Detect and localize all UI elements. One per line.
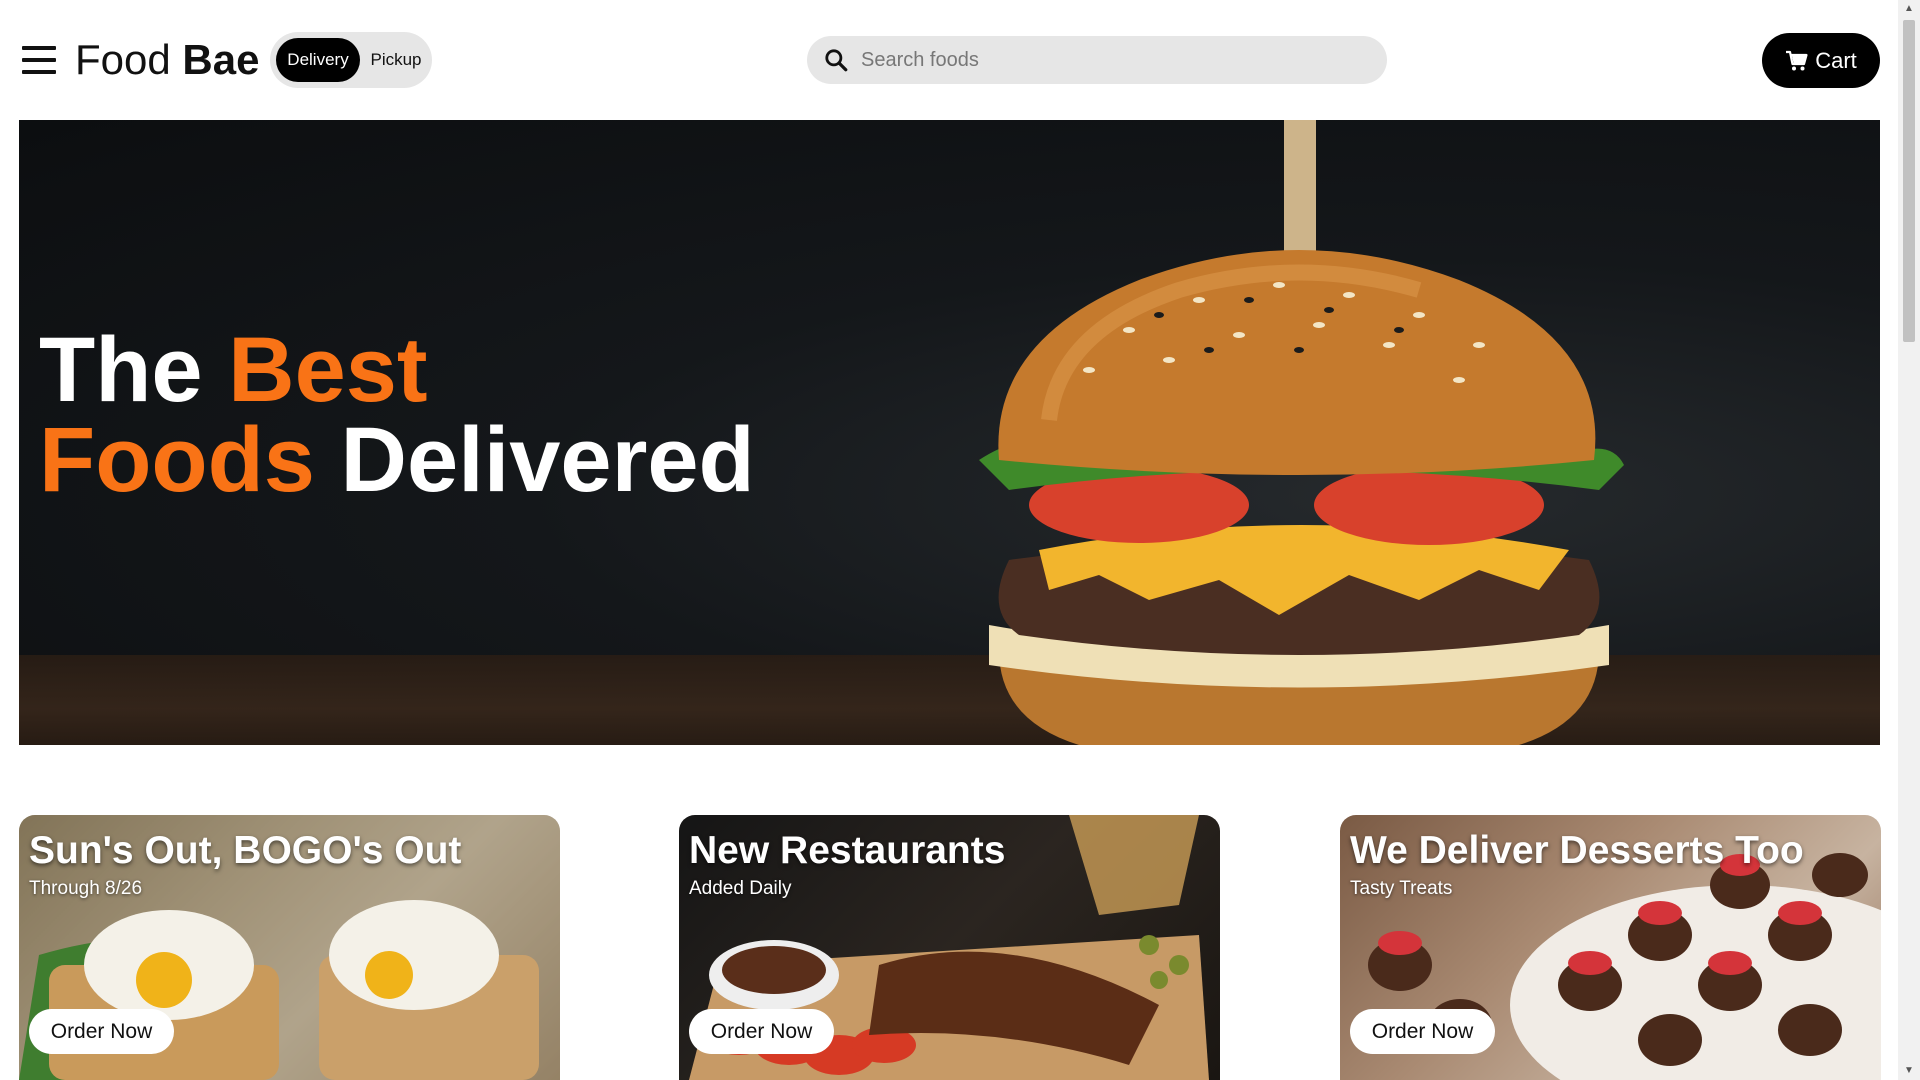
order-now-button[interactable]: Order Now xyxy=(1350,1009,1495,1054)
promo-card-bogo[interactable]: Sun's Out, BOGO's Out Through 8/26 Order… xyxy=(19,815,560,1080)
pickup-option[interactable]: Pickup xyxy=(363,38,429,82)
cart-label: Cart xyxy=(1815,47,1857,73)
hero-headline: The Best Foods Delivered xyxy=(39,324,755,506)
search-input[interactable] xyxy=(861,36,1361,84)
brand-name-bold: Bae xyxy=(182,36,260,83)
order-now-button[interactable]: Order Now xyxy=(29,1009,174,1054)
shopping-cart-icon xyxy=(1786,50,1808,70)
promo-subtitle: Tasty Treats xyxy=(1350,878,1453,899)
hero-word-delivered: Delivered xyxy=(340,409,755,511)
scroll-down-arrow-icon[interactable]: ▼ xyxy=(1898,1062,1920,1080)
promo-title: New Restaurants xyxy=(689,829,1006,872)
hamburger-menu-icon[interactable] xyxy=(22,44,58,76)
hero-word-best: Best xyxy=(228,319,428,421)
cart-button[interactable]: Cart xyxy=(1762,33,1880,88)
top-nav: Food Bae Delivery Pickup Cart xyxy=(0,0,1896,120)
magnifier-icon[interactable] xyxy=(823,47,849,73)
hero-banner: The Best Foods Delivered xyxy=(19,120,1880,745)
hero-word-foods: Foods xyxy=(39,409,315,511)
page-scrollbar[interactable]: ▲ ▼ xyxy=(1898,0,1920,1080)
scroll-up-arrow-icon[interactable]: ▲ xyxy=(1898,0,1920,18)
search-bar xyxy=(807,36,1387,84)
delivery-pickup-toggle: Delivery Pickup xyxy=(270,32,432,88)
page: Food Bae Delivery Pickup Cart xyxy=(0,0,1920,1080)
promo-card-desserts[interactable]: We Deliver Desserts Too Tasty Treats Ord… xyxy=(1340,815,1881,1080)
burger-image xyxy=(979,120,1624,745)
brand-name-light: Food xyxy=(75,36,171,83)
promo-title: Sun's Out, BOGO's Out xyxy=(29,829,462,872)
hero-word-the: The xyxy=(39,319,203,421)
delivery-option[interactable]: Delivery xyxy=(276,38,360,82)
promo-title: We Deliver Desserts Too xyxy=(1350,829,1804,872)
promo-subtitle: Added Daily xyxy=(689,878,792,899)
brand-logo[interactable]: Food Bae xyxy=(75,36,259,84)
promo-subtitle: Through 8/26 xyxy=(29,878,143,899)
promo-card-new-restaurants[interactable]: New Restaurants Added Daily Order Now xyxy=(679,815,1220,1080)
scrollbar-thumb[interactable] xyxy=(1903,20,1915,342)
order-now-button[interactable]: Order Now xyxy=(689,1009,834,1054)
